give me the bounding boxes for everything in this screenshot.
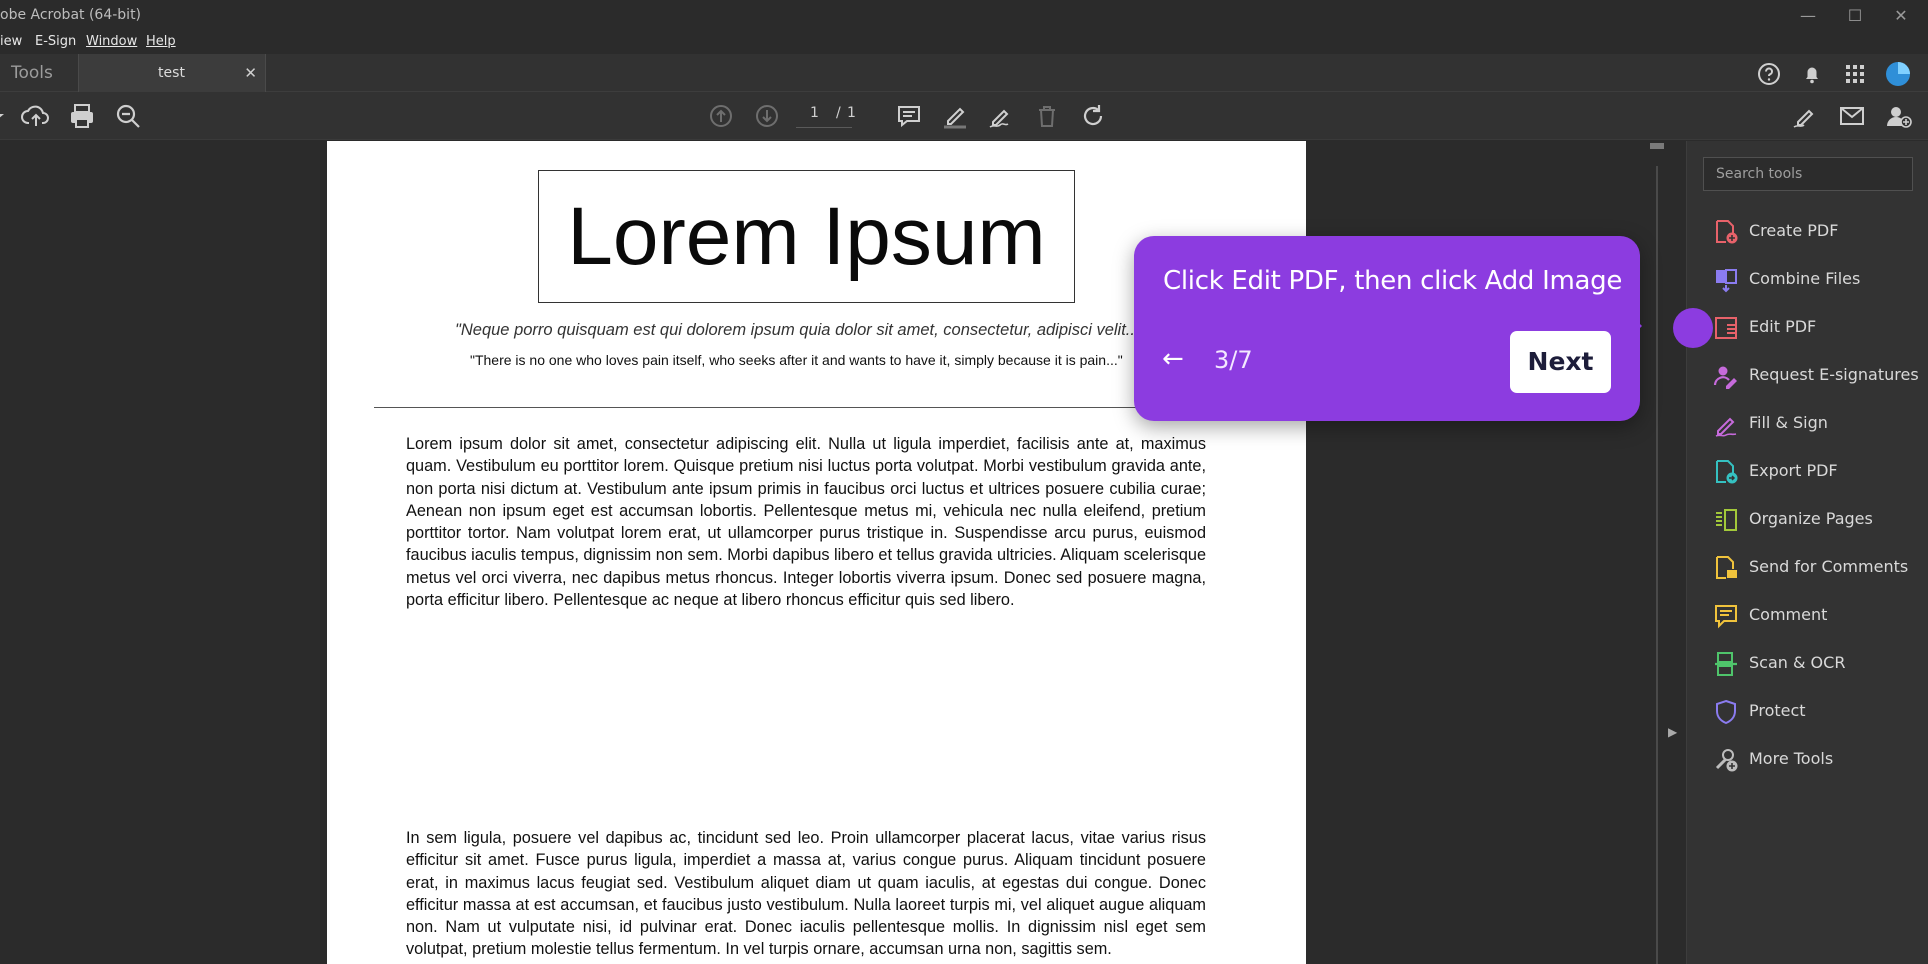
send-comments-icon bbox=[1716, 556, 1737, 579]
delete-icon[interactable] bbox=[1031, 100, 1063, 132]
tool-organize-pages[interactable]: Organize Pages bbox=[1687, 499, 1928, 539]
tool-send-for-comments[interactable]: Send for Comments bbox=[1687, 547, 1928, 587]
cloud-upload-icon[interactable] bbox=[20, 100, 52, 132]
tool-combine-files[interactable]: Combine Files bbox=[1687, 259, 1928, 299]
title-bar: obe Acrobat (64-bit) — ☐ ✕ bbox=[0, 0, 1928, 32]
highlight-icon[interactable] bbox=[939, 100, 971, 132]
tools-pane: Search tools Create PDF Combine Files Ed… bbox=[1686, 141, 1928, 964]
coachmark-message: Click Edit PDF, then click Add Image bbox=[1163, 266, 1623, 296]
tab-close-icon[interactable]: ✕ bbox=[244, 54, 257, 92]
help-icon[interactable] bbox=[1755, 60, 1783, 88]
tool-export-pdf[interactable]: Export PDF bbox=[1687, 451, 1928, 491]
menu-esign[interactable]: E-Sign bbox=[35, 34, 76, 49]
comment-icon bbox=[1715, 605, 1737, 629]
tool-label: Edit PDF bbox=[1749, 317, 1817, 336]
tool-label: More Tools bbox=[1749, 749, 1834, 768]
more-tools-icon bbox=[1715, 749, 1738, 772]
export-pdf-icon bbox=[1716, 460, 1738, 484]
tool-label: Combine Files bbox=[1749, 269, 1861, 288]
tool-create-pdf[interactable]: Create PDF bbox=[1687, 211, 1928, 251]
menu-window[interactable]: Window bbox=[86, 34, 137, 49]
fill-sign-icon bbox=[1715, 417, 1737, 437]
toolbar: 1 / 1 bbox=[0, 92, 1928, 140]
email-icon[interactable] bbox=[1836, 100, 1868, 132]
tool-protect[interactable]: Protect bbox=[1687, 691, 1928, 731]
tool-label: Export PDF bbox=[1749, 461, 1838, 480]
dropdown-arrow-icon[interactable] bbox=[0, 100, 22, 132]
document-paragraph-1: Lorem ipsum dolor sit amet, consectetur … bbox=[406, 435, 1206, 610]
print-icon[interactable] bbox=[66, 100, 98, 132]
tool-label: Protect bbox=[1749, 701, 1806, 720]
tab-document-label: test bbox=[158, 65, 185, 81]
window-title: obe Acrobat (64-bit) bbox=[0, 7, 142, 23]
edit-pdf-icon bbox=[1715, 317, 1737, 339]
collapse-pane-arrow-icon[interactable]: ▶ bbox=[1668, 725, 1677, 739]
tool-label: Fill & Sign bbox=[1749, 413, 1828, 432]
tab-bar: Tools test ✕ bbox=[0, 54, 1928, 92]
create-pdf-icon bbox=[1716, 220, 1738, 244]
back-arrow-icon[interactable]: ← bbox=[1162, 344, 1184, 374]
tool-label: Organize Pages bbox=[1749, 509, 1873, 528]
document-paragraph-2: In sem ligula, posuere vel dapibus ac, t… bbox=[406, 829, 1206, 959]
next-button[interactable]: Next bbox=[1510, 331, 1611, 393]
tool-label: Scan & OCR bbox=[1749, 653, 1846, 672]
comment-tool-icon[interactable] bbox=[893, 100, 925, 132]
scrollbar-thumb[interactable] bbox=[1650, 143, 1664, 149]
coachmark-pointer bbox=[1630, 314, 1642, 338]
tool-more-tools[interactable]: More Tools bbox=[1687, 739, 1928, 779]
share-user-icon[interactable] bbox=[1882, 100, 1914, 132]
apps-grid-icon[interactable] bbox=[1841, 60, 1869, 88]
organize-pages-icon bbox=[1716, 509, 1737, 531]
horizontal-rule bbox=[374, 407, 1259, 408]
coachmark-hotspot[interactable] bbox=[1673, 308, 1713, 348]
menu-view[interactable]: iew bbox=[0, 34, 22, 49]
tool-label: Create PDF bbox=[1749, 221, 1839, 240]
tool-label: Comment bbox=[1749, 605, 1828, 624]
scan-ocr-icon bbox=[1715, 652, 1737, 676]
notification-bell-icon[interactable] bbox=[1798, 60, 1826, 88]
tab-tools[interactable]: Tools bbox=[0, 54, 76, 92]
rotate-icon[interactable] bbox=[1077, 100, 1109, 132]
scrollbar-track[interactable] bbox=[1656, 166, 1658, 964]
menu-bar: iew E-Sign Window Help bbox=[0, 32, 1928, 54]
document-title-box: Lorem Ipsum bbox=[538, 170, 1075, 303]
coachmark-tooltip: Click Edit PDF, then click Add Image ← 3… bbox=[1134, 236, 1640, 421]
tab-document[interactable]: test ✕ bbox=[78, 54, 266, 92]
page-current: 1 bbox=[810, 105, 819, 121]
tool-scan-ocr[interactable]: Scan & OCR bbox=[1687, 643, 1928, 683]
search-tools-input[interactable]: Search tools bbox=[1703, 157, 1913, 191]
menu-help[interactable]: Help bbox=[146, 34, 176, 49]
coachmark-step-counter: 3/7 bbox=[1214, 346, 1253, 374]
page-total: 1 bbox=[847, 105, 856, 121]
tool-edit-pdf[interactable]: Edit PDF bbox=[1687, 307, 1928, 347]
next-page-icon[interactable] bbox=[751, 100, 783, 132]
fill-sign-toolbar-icon[interactable] bbox=[1790, 100, 1822, 132]
tool-label: Request E-signatures bbox=[1749, 365, 1919, 384]
combine-files-icon bbox=[1716, 269, 1737, 293]
protect-icon bbox=[1716, 699, 1736, 725]
sign-pen-icon[interactable] bbox=[985, 100, 1017, 132]
minimize-button[interactable]: — bbox=[1788, 4, 1828, 28]
tool-request-esignatures[interactable]: Request E-signatures bbox=[1687, 355, 1928, 395]
profile-avatar-icon[interactable] bbox=[1884, 60, 1912, 88]
request-esign-icon bbox=[1713, 366, 1737, 389]
page-separator: / bbox=[836, 105, 841, 121]
page-number-field[interactable]: 1 / 1 bbox=[796, 102, 856, 128]
tool-comment[interactable]: Comment bbox=[1687, 595, 1928, 635]
zoom-out-icon[interactable] bbox=[112, 100, 144, 132]
document-title: Lorem Ipsum bbox=[567, 191, 1046, 282]
close-window-button[interactable]: ✕ bbox=[1881, 4, 1921, 28]
maximize-button[interactable]: ☐ bbox=[1835, 4, 1875, 28]
tool-fill-sign[interactable]: Fill & Sign bbox=[1687, 403, 1928, 443]
tool-label: Send for Comments bbox=[1749, 557, 1909, 576]
previous-page-icon[interactable] bbox=[705, 100, 737, 132]
